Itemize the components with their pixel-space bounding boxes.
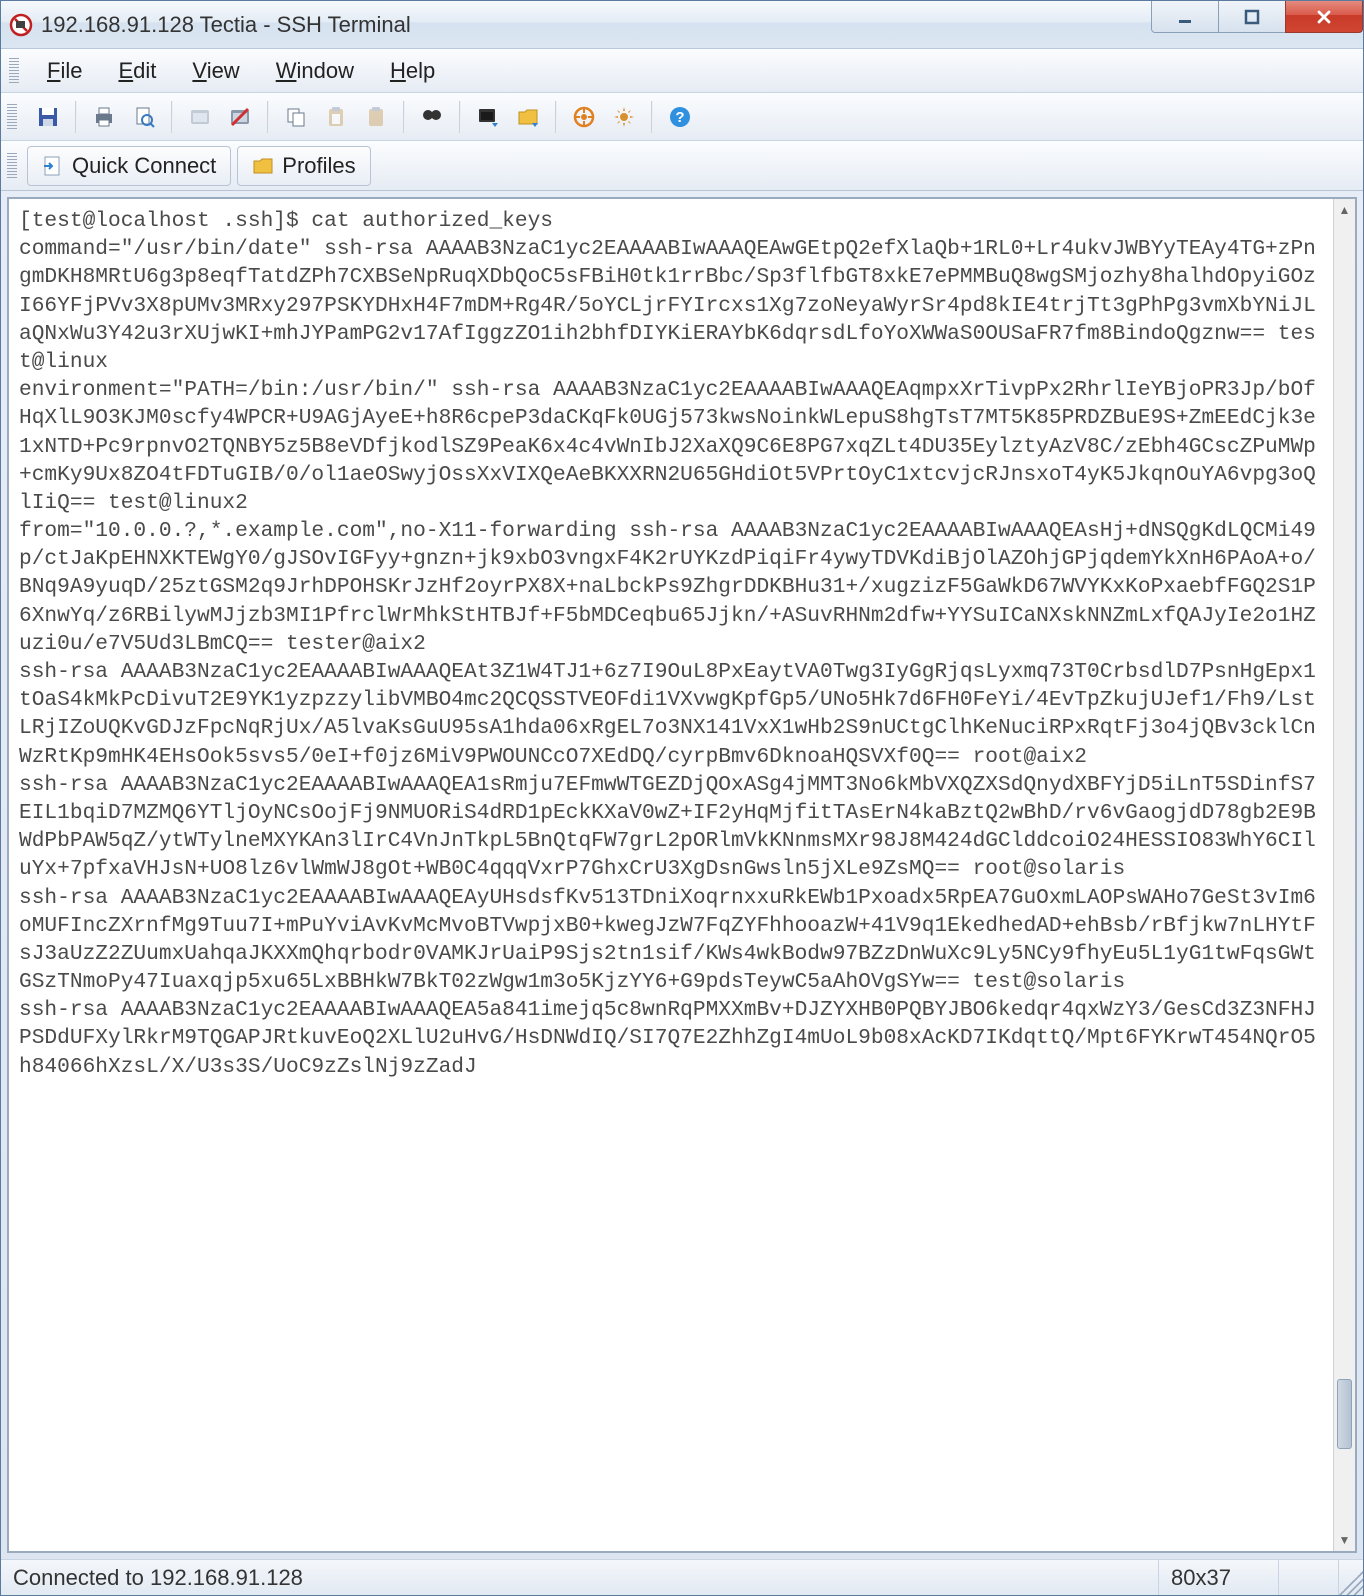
- app-icon: [9, 13, 33, 37]
- settings-button[interactable]: [605, 99, 643, 135]
- menu-file[interactable]: File: [29, 54, 100, 88]
- profiles-button[interactable]: Profiles: [237, 146, 370, 186]
- menu-view[interactable]: View: [174, 54, 257, 88]
- disconnect-button[interactable]: [221, 99, 259, 135]
- status-connection: Connected to 192.168.91.128: [1, 1560, 1159, 1595]
- paste-selection-button[interactable]: [357, 99, 395, 135]
- status-dimensions: 80x37: [1159, 1560, 1279, 1595]
- menu-help[interactable]: Help: [372, 54, 453, 88]
- quick-connect-label: Quick Connect: [72, 153, 216, 179]
- close-button[interactable]: [1285, 1, 1363, 33]
- statusbar: Connected to 192.168.91.128 80x37: [1, 1559, 1363, 1595]
- toolbar: ?: [1, 93, 1363, 141]
- new-terminal-button[interactable]: [181, 99, 219, 135]
- find-button[interactable]: [413, 99, 451, 135]
- scroll-up-arrow[interactable]: ▲: [1334, 199, 1355, 221]
- menu-edit[interactable]: Edit: [100, 54, 174, 88]
- help-button[interactable]: ?: [661, 99, 699, 135]
- terminal-output[interactable]: [test@localhost .ssh]$ cat authorized_ke…: [9, 199, 1333, 1551]
- quick-connect-button[interactable]: Quick Connect: [27, 146, 231, 186]
- titlebar: 192.168.91.128 Tectia - SSH Terminal: [1, 1, 1363, 49]
- sftp-folder-button[interactable]: [509, 99, 547, 135]
- save-button[interactable]: [29, 99, 67, 135]
- copy-button[interactable]: [277, 99, 315, 135]
- paste-button[interactable]: [317, 99, 355, 135]
- scroll-down-arrow[interactable]: ▼: [1334, 1529, 1355, 1551]
- print-preview-button[interactable]: [125, 99, 163, 135]
- menubar: File Edit View Window Help: [1, 49, 1363, 93]
- maximize-button[interactable]: [1218, 1, 1286, 33]
- scrollbar[interactable]: ▲ ▼: [1333, 199, 1355, 1551]
- window-title: 192.168.91.128 Tectia - SSH Terminal: [41, 12, 1152, 38]
- menu-window[interactable]: Window: [258, 54, 372, 88]
- terminal-area: [test@localhost .ssh]$ cat authorized_ke…: [7, 197, 1357, 1553]
- menubar-grip[interactable]: [9, 58, 19, 84]
- print-button[interactable]: [85, 99, 123, 135]
- terminal-window-button[interactable]: [469, 99, 507, 135]
- profiles-label: Profiles: [282, 153, 355, 179]
- svg-text:?: ?: [675, 109, 684, 126]
- scroll-thumb[interactable]: [1337, 1379, 1352, 1449]
- status-extra: [1279, 1560, 1339, 1595]
- resize-grip[interactable]: [1339, 1571, 1363, 1595]
- quickbar-grip[interactable]: [7, 153, 17, 179]
- minimize-button[interactable]: [1151, 1, 1219, 33]
- toolbar-grip[interactable]: [7, 104, 17, 130]
- quickbar: Quick Connect Profiles: [1, 141, 1363, 191]
- tunneling-button[interactable]: [565, 99, 603, 135]
